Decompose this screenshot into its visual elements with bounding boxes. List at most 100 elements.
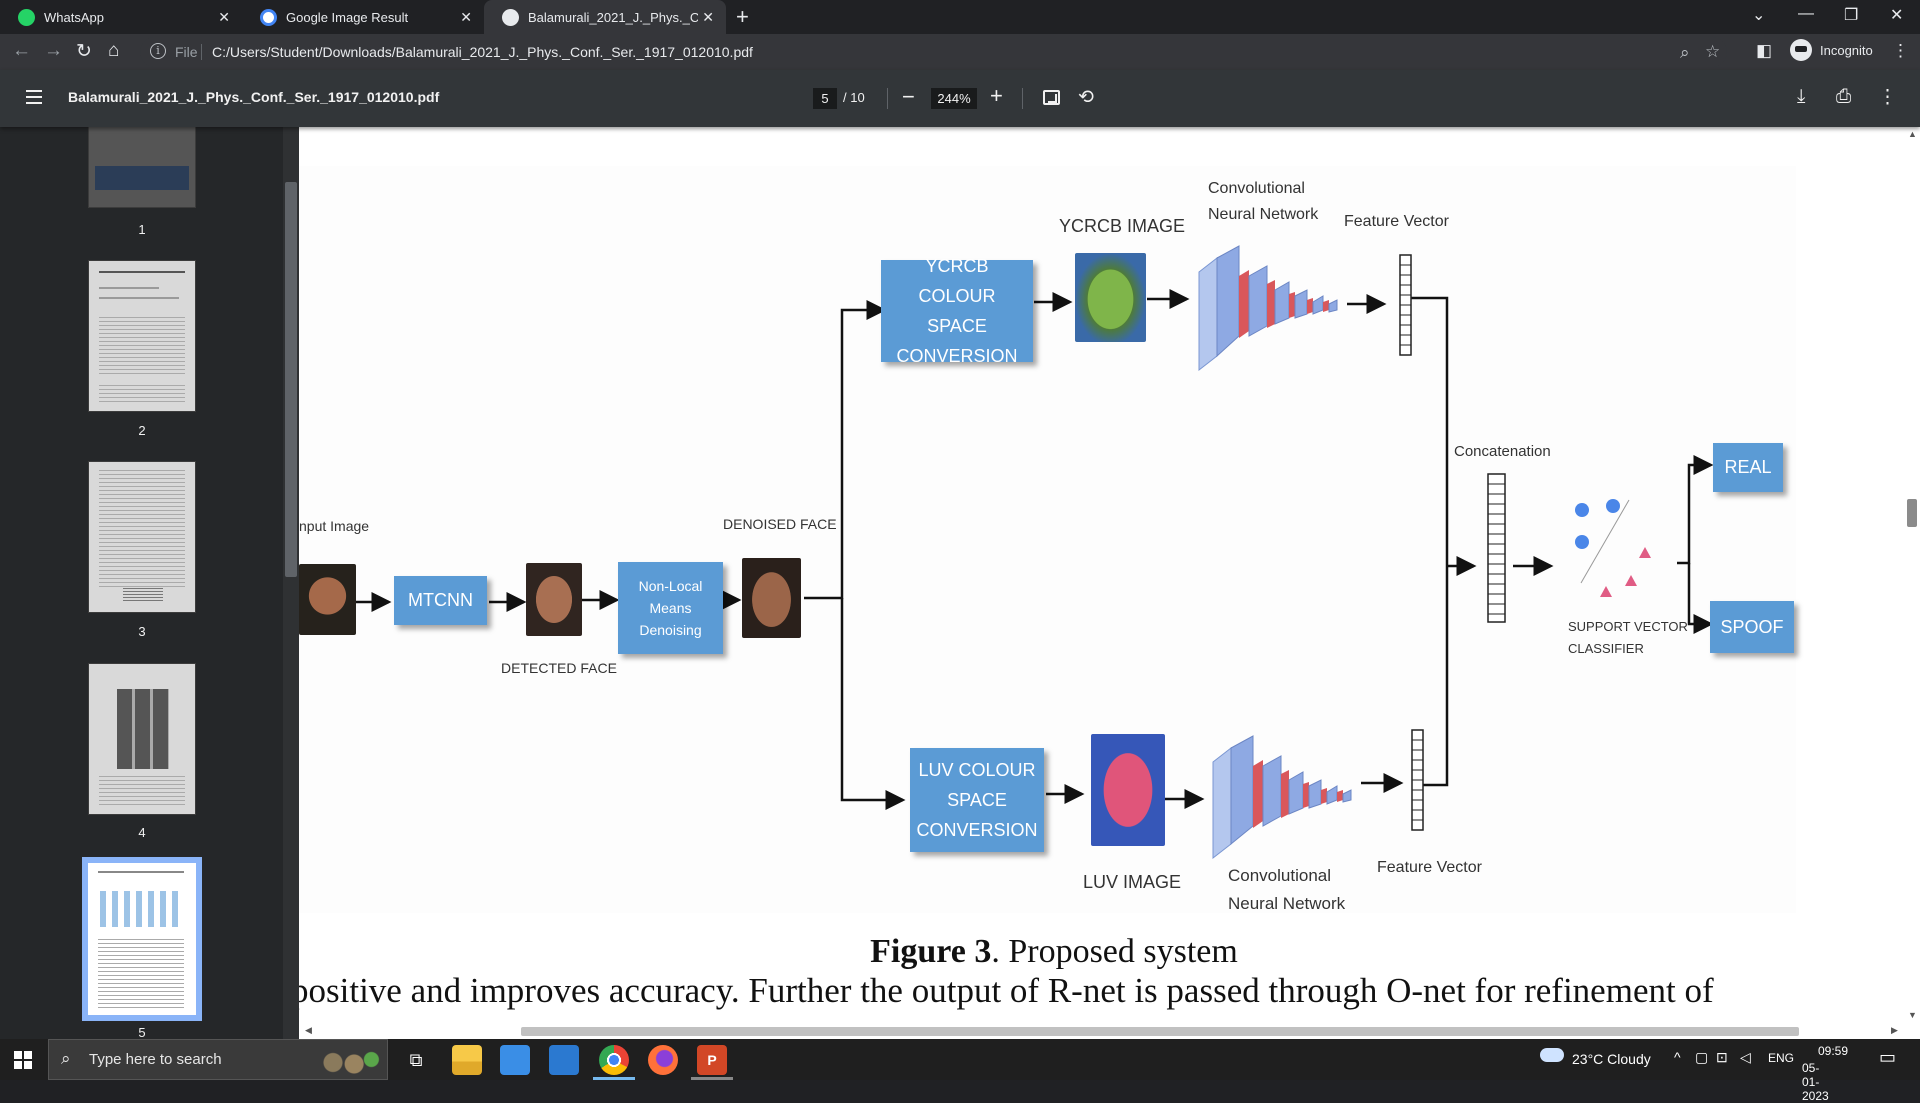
firefox-icon[interactable]	[648, 1045, 678, 1075]
feature-vector-bottom-label: Feature Vector	[1377, 859, 1482, 876]
page-thumbnail-current[interactable]	[82, 857, 202, 1021]
thumbnail-line	[99, 271, 185, 273]
home-icon[interactable]: ⌂	[108, 40, 119, 62]
back-icon[interactable]: ←	[12, 40, 31, 62]
file-explorer-icon[interactable]	[452, 1045, 482, 1075]
detected-face-image	[526, 563, 582, 636]
scrollbar-thumb[interactable]	[1907, 499, 1917, 527]
hamburger-menu-icon[interactable]	[26, 90, 42, 104]
task-view-icon[interactable]: ⧉	[401, 1045, 431, 1075]
divider	[201, 44, 202, 60]
browser-toolbar: ← → ↻ ⌂ i File C:/Users/Student/Download…	[0, 34, 1920, 70]
document-vertical-scrollbar[interactable]: ▲ ▼	[1904, 127, 1920, 1024]
pdf-title: Balamurali_2021_J._Phys._Conf._Ser._1917…	[68, 89, 440, 105]
meet-now-icon[interactable]: ▢	[1695, 1049, 1708, 1066]
chrome-icon[interactable]	[599, 1045, 629, 1075]
thumbnail-text-block	[98, 939, 184, 1009]
thumbnail-number: 3	[138, 624, 146, 639]
minimize-button[interactable]: —	[1798, 5, 1814, 23]
page-thumbnail[interactable]	[88, 260, 196, 412]
concatenation-label: Concatenation	[1454, 443, 1551, 460]
zoom-out-button[interactable]: −	[902, 84, 915, 110]
bookmark-star-icon[interactable]: ☆	[1705, 42, 1720, 62]
clock-time[interactable]: 09:59	[1818, 1044, 1848, 1058]
site-info-icon[interactable]: i	[150, 43, 166, 59]
microsoft-store-icon[interactable]	[500, 1045, 530, 1075]
tab-search-icon[interactable]: ⌄	[1752, 5, 1765, 25]
close-window-button[interactable]: ✕	[1890, 5, 1903, 25]
weather-text[interactable]: 23°C Cloudy	[1572, 1051, 1651, 1067]
language-indicator[interactable]: ENG	[1768, 1051, 1794, 1065]
thumbnail-text-block	[99, 385, 185, 405]
input-image	[299, 564, 356, 635]
clock-date[interactable]: 05-01-2023	[1802, 1061, 1829, 1103]
zoom-input[interactable]: 244%	[931, 88, 977, 109]
cnn-top-label: Convolutional Neural Network	[1208, 180, 1319, 223]
side-panel-icon[interactable]: ◧	[1756, 41, 1772, 61]
search-placeholder: Type here to search	[89, 1051, 222, 1068]
taskbar-search-box[interactable]: ⌕ Type here to search	[48, 1039, 388, 1080]
address-bar[interactable]: i File C:/Users/Student/Downloads/Balamu…	[140, 37, 1727, 67]
powerpoint-icon[interactable]: P	[697, 1045, 727, 1075]
print-icon[interactable]: ⎙	[1836, 86, 1851, 108]
whatsapp-icon	[18, 8, 35, 26]
cnn-bottom	[1212, 735, 1352, 860]
page-thumbnail[interactable]	[88, 127, 196, 208]
mail-icon[interactable]	[549, 1045, 579, 1075]
new-tab-button[interactable]: +	[736, 4, 749, 30]
notifications-icon[interactable]: ▭	[1879, 1047, 1896, 1068]
file-chip: File	[175, 44, 198, 60]
cnn-bottom-label: Convolutional Neural Network	[1228, 866, 1346, 913]
scroll-right-icon[interactable]: ▶	[1891, 1025, 1898, 1036]
document-horizontal-scrollbar[interactable]: ◀ ▶	[299, 1024, 1920, 1039]
input-image-label: nput Image	[299, 518, 370, 534]
scroll-up-icon[interactable]: ▲	[1908, 129, 1917, 139]
restore-button[interactable]: ❐	[1844, 5, 1858, 25]
scroll-left-icon[interactable]: ◀	[305, 1025, 312, 1036]
page-thumbnail[interactable]	[88, 663, 196, 815]
scrollbar-thumb[interactable]	[285, 182, 297, 577]
scroll-down-icon[interactable]: ▼	[1908, 1010, 1917, 1020]
windows-taskbar: ⌕ Type here to search ⧉ P 23°C Cloudy ^ …	[0, 1039, 1920, 1103]
tab-close-icon[interactable]: ✕	[218, 9, 230, 26]
tab-close-icon[interactable]: ✕	[460, 9, 472, 26]
tab-pdf-active[interactable]: Balamurali_2021_J._Phys._Conf._ ✕	[484, 0, 726, 34]
tab-whatsapp[interactable]: WhatsApp ✕	[0, 0, 242, 34]
zoom-in-button[interactable]: +	[990, 83, 1003, 109]
concatenated-vector	[1487, 473, 1506, 623]
denoised-face-label: DENOISED FACE	[723, 516, 837, 532]
tab-close-icon[interactable]: ✕	[702, 9, 714, 26]
volume-muted-icon[interactable]: ◁	[1740, 1049, 1751, 1066]
url-text[interactable]: C:/Users/Student/Downloads/Balamurali_20…	[212, 44, 753, 60]
pdf-page: MTCNN Non-Local Means Denoising YCRCB CO…	[299, 127, 1904, 1024]
incognito-profile[interactable]: Incognito	[1790, 39, 1873, 61]
figure-diagram: MTCNN Non-Local Means Denoising YCRCB CO…	[299, 166, 1796, 913]
forward-icon[interactable]: →	[44, 40, 63, 62]
feature-vector-top	[1399, 254, 1412, 356]
arrow-to-ycrcb	[804, 300, 887, 600]
ycrcb-conversion-box: YCRCB COLOUR SPACE CONVERSION	[881, 256, 1033, 366]
detected-face-label: DETECTED FACE	[501, 660, 617, 676]
sidebar-scrollbar[interactable]	[283, 127, 299, 1039]
caption-figure-number: Figure 3	[870, 933, 992, 970]
more-actions-icon[interactable]: ⋮	[1878, 86, 1897, 109]
reload-icon[interactable]: ↻	[76, 40, 92, 63]
windows-start-icon[interactable]	[14, 1051, 32, 1069]
search-icon: ⌕	[61, 1049, 71, 1068]
thumbnail-line	[98, 871, 184, 873]
globe-icon	[502, 8, 519, 26]
browser-menu-icon[interactable]: ⋮	[1892, 41, 1909, 61]
real-output-box: REAL	[1713, 443, 1783, 492]
zoom-icon[interactable]: ⌕	[1680, 43, 1690, 63]
network-icon[interactable]: ⊡	[1716, 1049, 1728, 1066]
page-thumbnail[interactable]	[88, 461, 196, 613]
page-number-input[interactable]: 5	[813, 88, 837, 109]
tab-google-image[interactable]: Google Image Result ✕	[242, 0, 484, 34]
download-icon[interactable]: ⤓	[1797, 86, 1805, 108]
rotate-icon[interactable]: ⟲	[1078, 86, 1094, 109]
show-hidden-icons-icon[interactable]: ^	[1674, 1049, 1681, 1065]
thumbnail-line	[99, 287, 159, 289]
fit-page-icon[interactable]	[1043, 90, 1060, 105]
svc-label: SUPPORT VECTOR CLASSIFIER	[1568, 619, 1688, 656]
scrollbar-thumb[interactable]	[521, 1027, 1799, 1036]
